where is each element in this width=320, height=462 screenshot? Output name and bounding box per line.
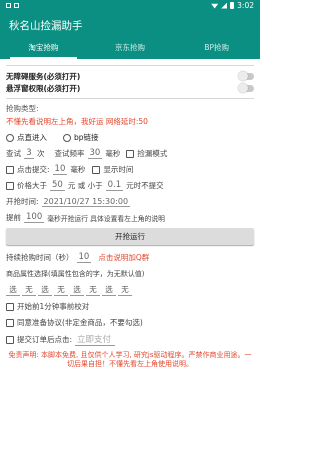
advance-row: 提前 100 毫秒开抢运行 具体设置看左上角的说明 — [6, 212, 254, 223]
divider — [6, 98, 254, 99]
pickup-mode-checkbox[interactable] — [126, 149, 135, 158]
start-time-label: 开抢时间: — [6, 197, 39, 206]
start-time-row: 开抢时间: 2021/10/27 15:30:00 — [6, 196, 254, 207]
overlay-row: 悬浮窗权限(必须打开) — [6, 82, 254, 94]
price-checkbox[interactable] — [6, 181, 14, 190]
precheck-checkbox[interactable] — [6, 302, 14, 311]
tab-bar: 淘宝抢购 京东抢购 BP抢购 — [0, 39, 260, 59]
spec-input[interactable]: 无 — [118, 284, 132, 296]
agreement-checkbox[interactable] — [6, 318, 14, 327]
agreement-row: 同意准备协议(非定金商品，不要勾选) — [6, 317, 254, 328]
show-time-label: 显示时间 — [103, 165, 134, 174]
price-unit2: 元时不提交 — [126, 181, 164, 190]
spec-input[interactable]: 选 — [38, 284, 52, 296]
radio-bp-link-label: bp链接 — [74, 133, 99, 142]
start-time-input[interactable]: 2021/10/27 15:30:00 — [41, 197, 131, 207]
price-low-input[interactable]: 50 — [50, 180, 65, 191]
spec-input[interactable]: 无 — [22, 284, 36, 296]
battery-icon — [230, 2, 235, 9]
freq-input[interactable]: 30 — [87, 148, 103, 159]
after-submit-input[interactable]: 立即支付 — [75, 333, 116, 346]
spec-input[interactable]: 无 — [86, 284, 100, 296]
qq-group-link[interactable]: 点击说明加Q群 — [98, 252, 149, 263]
after-submit-label: 提交订单后点击: — [17, 335, 73, 344]
spec-input[interactable]: 选 — [70, 284, 84, 296]
status-bar: 3:02 — [0, 0, 260, 11]
app-bar: 秋名山捡漏助手 — [0, 11, 260, 39]
click-submit-label: 点击提交: — [17, 165, 50, 174]
section-title: 抢购类型: — [6, 104, 39, 113]
price-unit1: 元 或 小于 — [67, 181, 103, 190]
advance-input[interactable]: 100 — [24, 212, 45, 223]
radio-direct-label: 点直进入 — [17, 133, 47, 142]
price-label: 价格大于 — [17, 181, 47, 190]
refresh-row: 持续抢购时间（秒） 10 点击说明加Q群 — [6, 252, 254, 263]
pickup-mode-label: 捡漏模式 — [137, 149, 168, 158]
spec-note: 商品属性选择(填属性包含的字，为无默认值) — [6, 270, 145, 278]
freq-label: 查试频率 — [54, 149, 85, 158]
app-title: 秋名山捡漏助手 — [9, 19, 83, 32]
refresh-input[interactable]: 10 — [76, 252, 92, 263]
price-row: 价格大于 50 元 或 小于 0.1 元时不提交 — [6, 180, 254, 191]
tab-jingdong[interactable]: 京东抢购 — [87, 39, 174, 59]
tab-taobao[interactable]: 淘宝抢购 — [0, 39, 87, 59]
retry-times-input[interactable]: 3 — [24, 148, 34, 159]
click-submit-input[interactable]: 10 — [52, 164, 68, 175]
overlay-label: 悬浮窗权限(必须打开) — [6, 83, 81, 93]
precheck-row: 开始前1分钟事前校对 — [6, 301, 254, 312]
accessibility-label: 无障碍服务(必须打开) — [6, 71, 81, 81]
freq-unit: 毫秒 — [105, 149, 121, 158]
retry-unit: 次 — [37, 149, 45, 158]
notification-icon — [6, 3, 11, 8]
click-submit-checkbox[interactable] — [6, 165, 14, 174]
warning-text: 不懂先看说明左上角，我好运 网络延时:50 — [6, 117, 148, 126]
disclaimer-text: 免责声明: 本脚本免费, 且仅供个人学习, 研究js驱动程序。严禁作商业用途。一… — [8, 351, 252, 368]
start-button[interactable]: 开抢运行 — [6, 228, 254, 245]
advance-label: 提前 — [6, 213, 21, 222]
spec-input[interactable]: 选 — [6, 284, 20, 296]
radio-bp-link[interactable] — [63, 133, 71, 142]
signal-icon — [221, 2, 228, 9]
tab-bp[interactable]: BP抢购 — [173, 39, 260, 59]
overlay-toggle[interactable] — [238, 82, 254, 93]
click-submit-row: 点击提交: 10 毫秒 显示时间 — [6, 164, 254, 175]
main-content: 无障碍服务(必须打开) 悬浮窗权限(必须打开) 抢购类型: 不懂先看说明左上角，… — [0, 65, 260, 369]
spec-input[interactable]: 无 — [54, 284, 68, 296]
mode-selector: 点直进入 bp链接 — [6, 132, 254, 143]
notification-icon — [14, 3, 19, 8]
divider — [6, 65, 254, 66]
accessibility-toggle[interactable] — [238, 70, 254, 81]
precheck-label: 开始前1分钟事前校对 — [17, 302, 90, 311]
accessibility-row: 无障碍服务(必须打开) — [6, 70, 254, 82]
refresh-label: 持续抢购时间（秒） — [6, 253, 74, 262]
price-high-input[interactable]: 0.1 — [105, 180, 124, 191]
after-submit-row: 提交订单后点击: 立即支付 — [6, 333, 254, 346]
advance-text: 毫秒开抢运行 具体设置看左上角的说明 — [47, 214, 165, 223]
spec-input[interactable]: 选 — [102, 284, 116, 296]
retry-label: 查试 — [6, 149, 21, 158]
after-submit-checkbox[interactable] — [6, 335, 14, 344]
radio-direct[interactable] — [6, 133, 14, 142]
click-submit-unit: 毫秒 — [70, 165, 86, 174]
retry-row: 查试 3 次 查试频率 30 毫秒 捡漏模式 — [6, 148, 254, 159]
show-time-checkbox[interactable] — [92, 165, 101, 174]
agreement-label: 同意准备协议(非定金商品，不要勾选) — [17, 318, 143, 327]
spec-inputs: 选 无 选 无 选 无 选 无 — [6, 284, 254, 296]
wifi-icon — [211, 3, 219, 9]
clock: 3:02 — [237, 1, 254, 10]
